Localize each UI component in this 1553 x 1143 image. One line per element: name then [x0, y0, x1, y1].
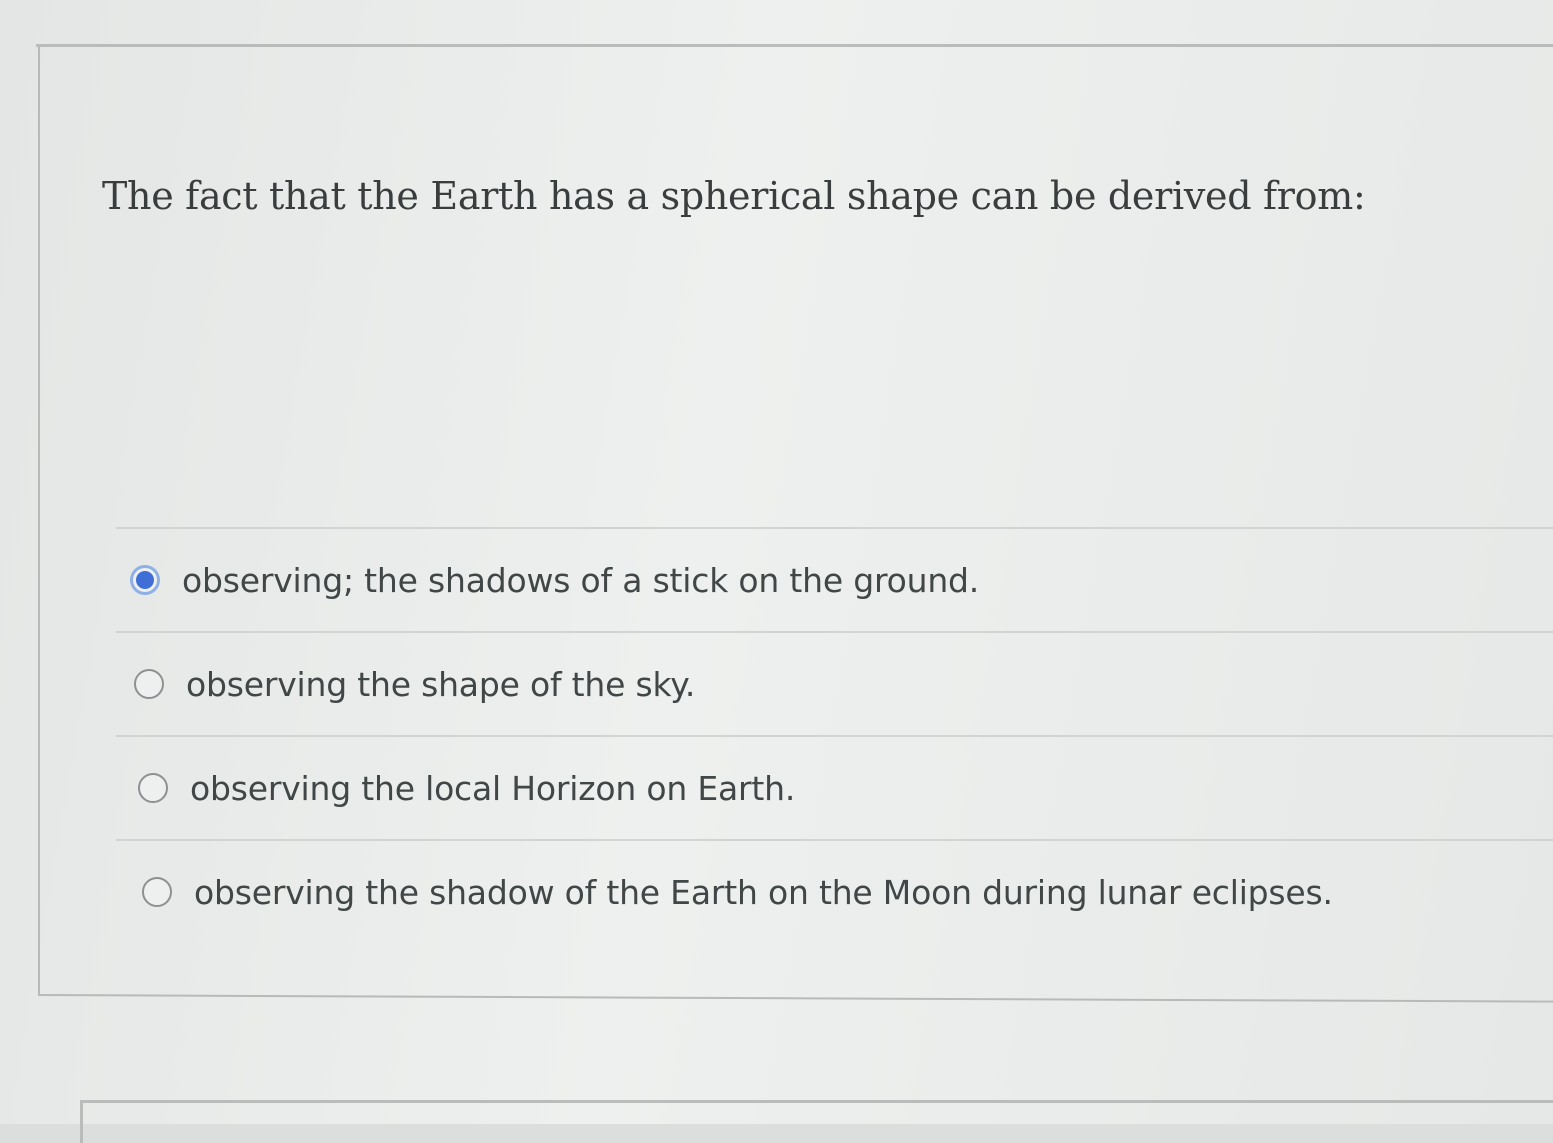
answer-option-label: observing; the shadows of a stick on the…: [182, 560, 980, 600]
answer-option-2[interactable]: observing the shape of the sky.: [116, 631, 1553, 735]
radio-button-selected[interactable]: [130, 565, 160, 595]
answer-option-1[interactable]: observing; the shadows of a stick on the…: [116, 527, 1553, 631]
radio-button[interactable]: [134, 669, 164, 699]
next-question-card: [80, 1100, 1553, 1143]
answer-option-label: observing the local Horizon on Earth.: [190, 768, 796, 808]
answer-option-label: observing the shape of the sky.: [186, 664, 696, 704]
radio-button[interactable]: [138, 773, 168, 803]
answer-options: observing; the shadows of a stick on the…: [116, 527, 1553, 943]
radio-button[interactable]: [142, 877, 172, 907]
answer-option-label: observing the shadow of the Earth on the…: [194, 872, 1333, 912]
answer-option-3[interactable]: observing the local Horizon on Earth.: [116, 735, 1553, 839]
question-text: The fact that the Earth has a spherical …: [102, 174, 1366, 218]
answer-option-4[interactable]: observing the shadow of the Earth on the…: [116, 839, 1553, 943]
